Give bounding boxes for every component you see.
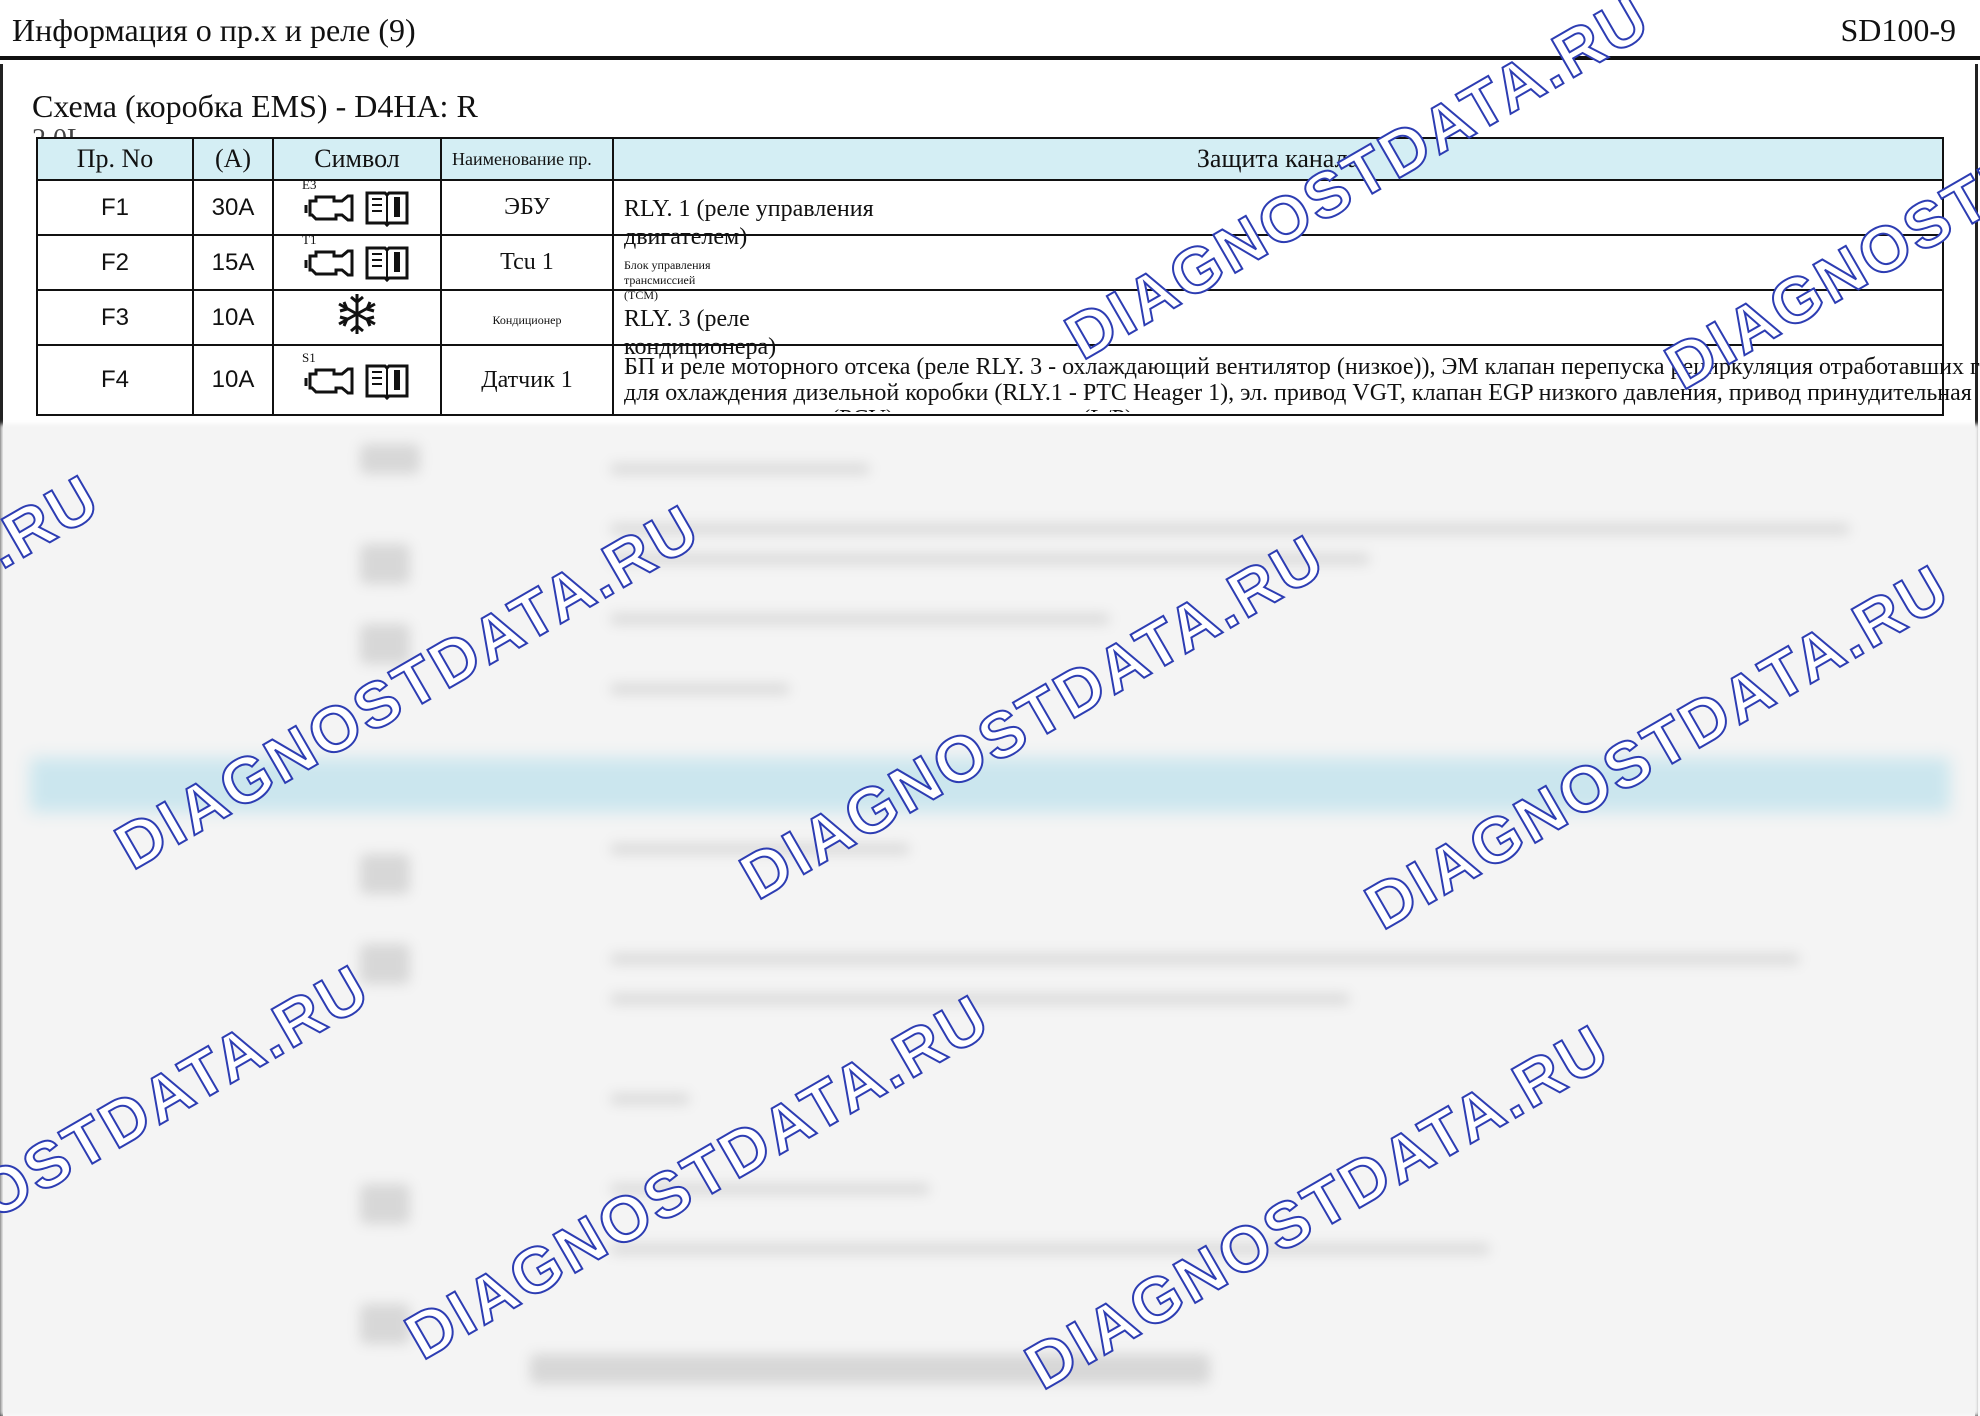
fuse-number: F3 <box>36 289 194 346</box>
fuse-name-text: Кондиционер <box>492 313 562 327</box>
page-header: Информация о пр.х и реле (9) SD100-9 <box>0 0 1980 60</box>
fuse-number: F4 <box>36 344 194 416</box>
fuse-amperage: 10A <box>192 289 274 346</box>
engine-icon <box>304 194 354 222</box>
column-header-protection: Защита канала <box>612 137 1944 181</box>
fuse-symbol: E3 <box>272 177 442 236</box>
fuse-symbol: S1 <box>272 344 442 416</box>
fuse-symbol: T1 <box>272 232 442 291</box>
table-header-row: Пр. No (A) Символ Наименование пр. Защит… <box>36 137 1944 181</box>
snowflake-icon <box>338 294 376 334</box>
table-row: F1 30A E3 ЭБУ RLY. 1 (реле управления дв… <box>36 177 1944 250</box>
manual-icon <box>365 246 409 282</box>
column-header-no: Пр. No <box>36 137 194 181</box>
fuse-amperage: 30A <box>192 179 274 236</box>
page-code: SD100-9 <box>1840 12 1956 48</box>
page-title: Информация о пр.х и реле (9) <box>12 12 416 48</box>
fuse-protection-text: RLY. 3 (реле кондиционера) <box>624 305 777 360</box>
fuse-protection-text: БП и реле моторного отсека (реле RLY. 3 … <box>624 354 1980 412</box>
fuse-name: Датчик 1 <box>440 344 614 416</box>
fuse-amperage: 15A <box>192 234 274 291</box>
engine-icon <box>304 367 354 394</box>
manual-icon <box>365 364 409 400</box>
column-header-name-text: Наименование пр. <box>452 149 592 169</box>
column-header-name: Наименование пр. <box>440 137 614 181</box>
column-header-symbol: Символ <box>272 137 442 181</box>
blurred-region <box>0 424 1980 1416</box>
section-title: Схема (коробка EMS) - D4HA: R <box>32 88 478 124</box>
fuse-name: Tcu 1 <box>440 234 614 291</box>
engine-icon <box>304 249 354 277</box>
fuse-name: ЭБУ <box>440 179 614 236</box>
fuse-amperage: 10A <box>192 344 274 416</box>
manual-icon <box>365 191 409 227</box>
fuse-symbol <box>272 289 442 346</box>
fuse-name: Кондиционер <box>440 289 614 346</box>
table-row: F2 15A T1 Tcu 1 Блок управления трансмис… <box>36 232 1944 302</box>
fuse-table: Пр. No (A) Символ Наименование пр. Защит… <box>36 137 1980 416</box>
fuse-number: F1 <box>36 179 194 236</box>
section-subtitle: 2.0L <box>32 124 84 138</box>
fuse-number: F2 <box>36 234 194 291</box>
column-header-amp: (A) <box>192 137 274 181</box>
fuse-protection-text: RLY. 1 (реле управления двигателем) <box>624 195 874 250</box>
table-row: F4 10A S1 Датчик 1 БП и реле моторного о… <box>36 344 1980 416</box>
